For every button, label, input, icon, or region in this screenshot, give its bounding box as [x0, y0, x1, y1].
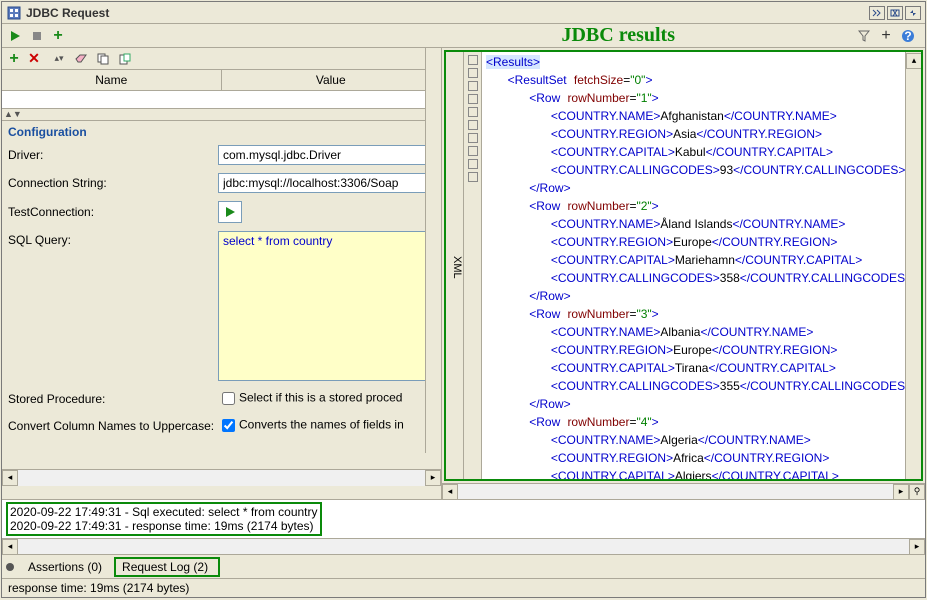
paste-icon[interactable]: [116, 50, 134, 68]
status-dot-icon: [6, 563, 14, 571]
uppercase-checkbox[interactable]: [222, 419, 235, 432]
window-icon: [6, 5, 22, 21]
uppercase-text: Converts the names of fields in: [239, 418, 404, 432]
title-bar: JDBC Request: [2, 2, 925, 24]
run-button[interactable]: [6, 27, 24, 45]
stored-proc-text: Select if this is a stored proced: [239, 391, 402, 405]
driver-input[interactable]: [218, 145, 435, 165]
xml-results[interactable]: <Results> <ResultSet fetchSize="0"> <Row…: [482, 52, 921, 479]
configuration-section: Configuration: [2, 121, 441, 143]
bottom-tabs: Assertions (0) Request Log (2): [2, 554, 925, 578]
assertions-tab[interactable]: Assertions (0): [20, 558, 110, 576]
request-log-panel: 2020-09-22 17:49:31 - Sql executed: sele…: [2, 499, 925, 538]
erase-icon[interactable]: [72, 50, 90, 68]
scroll-right-icon[interactable]: ▸: [909, 539, 925, 555]
log-line: 2020-09-22 17:49:31 - response time: 19m…: [10, 519, 318, 533]
col-value[interactable]: Value: [222, 70, 442, 90]
connection-label: Connection String:: [8, 176, 218, 190]
up-down-icon[interactable]: ▴▾: [50, 50, 68, 68]
configuration-form: Driver: Connection String: TestConnectio…: [2, 143, 441, 437]
connection-input[interactable]: [218, 173, 435, 193]
stored-proc-checkbox[interactable]: [222, 392, 235, 405]
scroll-left-icon[interactable]: ◂: [442, 484, 458, 500]
params-body[interactable]: [2, 91, 441, 109]
results-hscroll[interactable]: ◂ ▸ ⚲: [442, 483, 925, 499]
log-hscroll[interactable]: ◂ ▸: [2, 538, 925, 554]
params-header: Name Value: [2, 70, 441, 91]
left-panel: + ✕ ▴▾ Name Value ▲▼ Configuration Drive…: [2, 48, 442, 499]
add-param-button[interactable]: +: [6, 50, 24, 68]
outline-gutter[interactable]: [464, 52, 482, 479]
collapse-handle[interactable]: ▲▼: [2, 109, 441, 121]
main-panel: + ✕ ▴▾ Name Value ▲▼ Configuration Drive…: [2, 48, 925, 499]
request-log-tab-highlight: Request Log (2): [114, 557, 220, 577]
jdbc-request-window: JDBC Request + JDBC results + ? + ✕ ▴▾: [1, 1, 926, 598]
xml-tab[interactable]: XML: [446, 52, 464, 479]
status-bar: response time: 19ms (2174 bytes): [2, 578, 925, 597]
svg-text:?: ?: [904, 29, 911, 43]
maximize-button[interactable]: [869, 6, 885, 20]
left-hscroll[interactable]: ◂ ▸: [2, 469, 441, 485]
uppercase-label: Convert Column Names to Uppercase:: [8, 419, 218, 433]
filter-icon[interactable]: [855, 27, 873, 45]
zoom-icon[interactable]: ⚲: [909, 484, 925, 500]
help-button[interactable]: ?: [899, 27, 917, 45]
window-title: JDBC Request: [26, 6, 867, 20]
col-name[interactable]: Name: [2, 70, 222, 90]
add-button[interactable]: +: [50, 27, 68, 45]
scroll-right-icon[interactable]: ▸: [425, 470, 441, 486]
run-toolbar: + JDBC results + ?: [2, 24, 925, 48]
log-highlight: 2020-09-22 17:49:31 - Sql executed: sele…: [6, 502, 322, 536]
results-vscroll[interactable]: ▴: [905, 52, 921, 479]
results-highlight: XML <Results> <ResultSet fetchSize="0"> …: [444, 50, 923, 481]
request-log-tab[interactable]: Request Log (2): [122, 560, 208, 574]
restore-button[interactable]: [887, 6, 903, 20]
test-connection-button[interactable]: [218, 201, 242, 223]
sql-query-input[interactable]: select * from country: [218, 231, 435, 381]
results-annotation: JDBC results: [561, 24, 675, 47]
scroll-up-icon[interactable]: ▴: [906, 53, 922, 69]
remove-param-button[interactable]: ✕: [28, 50, 46, 68]
scroll-left-icon[interactable]: ◂: [2, 470, 18, 486]
close-button[interactable]: [905, 6, 921, 20]
copy-icon[interactable]: [94, 50, 112, 68]
status-text: response time: 19ms (2174 bytes): [8, 581, 189, 595]
sql-query-label: SQL Query:: [8, 231, 218, 247]
scroll-left-icon[interactable]: ◂: [2, 539, 18, 555]
right-panel: XML <Results> <ResultSet fetchSize="0"> …: [442, 48, 925, 499]
test-connection-label: TestConnection:: [8, 205, 218, 219]
params-toolbar: + ✕ ▴▾: [2, 48, 441, 70]
scroll-right-icon[interactable]: ▸: [893, 484, 909, 500]
driver-label: Driver:: [8, 148, 218, 162]
stop-button[interactable]: [28, 27, 46, 45]
log-line: 2020-09-22 17:49:31 - Sql executed: sele…: [10, 505, 318, 519]
add-right-button[interactable]: +: [877, 27, 895, 45]
left-vscroll[interactable]: [425, 48, 441, 453]
stored-proc-label: Stored Procedure:: [8, 392, 218, 406]
